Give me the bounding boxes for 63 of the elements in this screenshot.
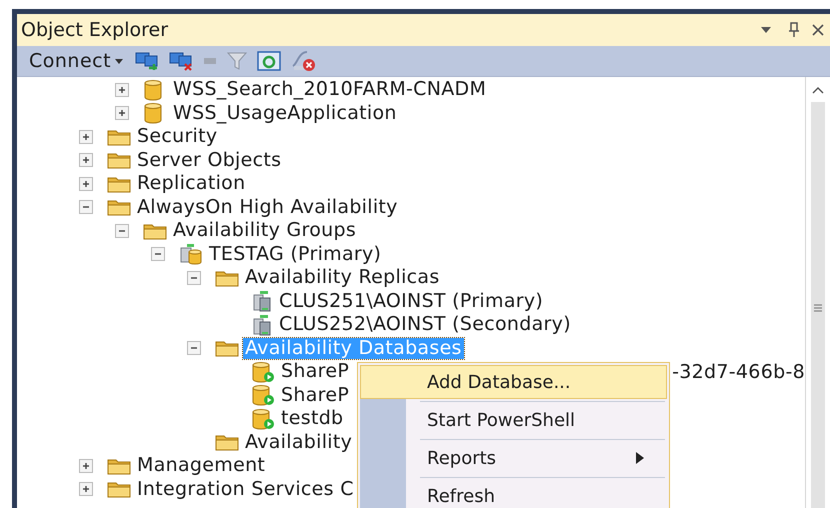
- tree-item[interactable]: Availability Groups: [171, 220, 358, 242]
- tree-item[interactable]: Replication: [135, 173, 248, 194]
- collapse-icon[interactable]: [187, 341, 201, 356]
- disconnect-server-icon[interactable]: [169, 51, 194, 71]
- folder-icon: [107, 151, 131, 170]
- tree-item[interactable]: Integration Services C: [135, 478, 356, 500]
- tree-item[interactable]: Availability: [243, 432, 354, 453]
- menu-item[interactable]: Add Database...: [360, 365, 667, 399]
- synced-database-icon: [251, 384, 275, 406]
- panel-title: Object Explorer: [21, 19, 170, 41]
- tree-item[interactable]: AlwaysOn High Availability: [135, 196, 400, 218]
- tree-item-text: -32d7-466b-8: [672, 360, 805, 383]
- expand-icon[interactable]: [79, 130, 93, 144]
- folder-icon: [107, 198, 131, 216]
- connect-button[interactable]: Connect: [27, 48, 126, 74]
- tree-item[interactable]: Security: [135, 126, 220, 148]
- tree-item[interactable]: CLUS251\AOINST (Primary): [277, 290, 546, 312]
- tree-item[interactable]: Server Objects: [135, 150, 284, 171]
- collapse-icon[interactable]: [151, 247, 165, 262]
- scrollbar-thumb[interactable]: [811, 102, 825, 508]
- tree-item[interactable]: Management: [135, 455, 268, 476]
- expand-icon[interactable]: [79, 176, 93, 191]
- dropdown-icon[interactable]: [760, 26, 772, 34]
- refresh-icon[interactable]: [257, 51, 282, 71]
- close-icon[interactable]: [812, 24, 824, 36]
- tree-item[interactable]: WSS_Search_2010FARM-CNADM: [171, 79, 488, 100]
- folder-icon: [107, 128, 131, 146]
- menu-item[interactable]: Start PowerShell: [406, 403, 667, 437]
- tree-item[interactable]: Availability Replicas: [243, 267, 442, 288]
- expand-icon[interactable]: [115, 106, 129, 120]
- folder-icon: [215, 268, 239, 287]
- tree-item[interactable]: WSS_UsageApplication: [171, 102, 399, 124]
- scroll-up-icon[interactable]: [812, 86, 824, 94]
- folder-icon: [107, 174, 131, 193]
- collapse-icon[interactable]: [187, 270, 201, 285]
- expand-icon[interactable]: [115, 82, 129, 97]
- folder-icon: [107, 480, 131, 498]
- folder-icon: [215, 433, 239, 452]
- collapse-icon[interactable]: [115, 224, 129, 238]
- folder-icon: [215, 339, 239, 358]
- folder-icon: [143, 222, 167, 240]
- tree-item[interactable]: testdb: [279, 408, 346, 430]
- synced-database-icon: [251, 408, 275, 430]
- menu-item[interactable]: Reports: [406, 441, 667, 475]
- collapse-icon[interactable]: [79, 200, 93, 214]
- server-icon: [251, 314, 273, 336]
- tree-item[interactable]: TESTAG (Primary): [207, 244, 384, 265]
- caret-icon: [115, 58, 124, 64]
- tree-item[interactable]: CLUS252\AOINST (Secondary): [277, 314, 573, 336]
- pin-icon[interactable]: [788, 22, 800, 38]
- expand-icon[interactable]: [79, 482, 93, 496]
- expand-icon[interactable]: [79, 458, 93, 473]
- server-icon: [251, 290, 273, 312]
- availability-group-icon: [179, 243, 203, 266]
- connect-server-icon[interactable]: [135, 51, 160, 71]
- menu-item[interactable]: Refresh: [406, 479, 667, 508]
- tree-item[interactable]: ShareP: [279, 361, 352, 382]
- tree-item[interactable]: ShareP: [279, 384, 352, 406]
- stop-activity-icon[interactable]: [291, 50, 318, 72]
- expand-icon[interactable]: [79, 153, 93, 168]
- synced-database-icon: [251, 360, 275, 383]
- submenu-arrow-icon: [636, 452, 644, 464]
- folder-icon: [107, 456, 131, 475]
